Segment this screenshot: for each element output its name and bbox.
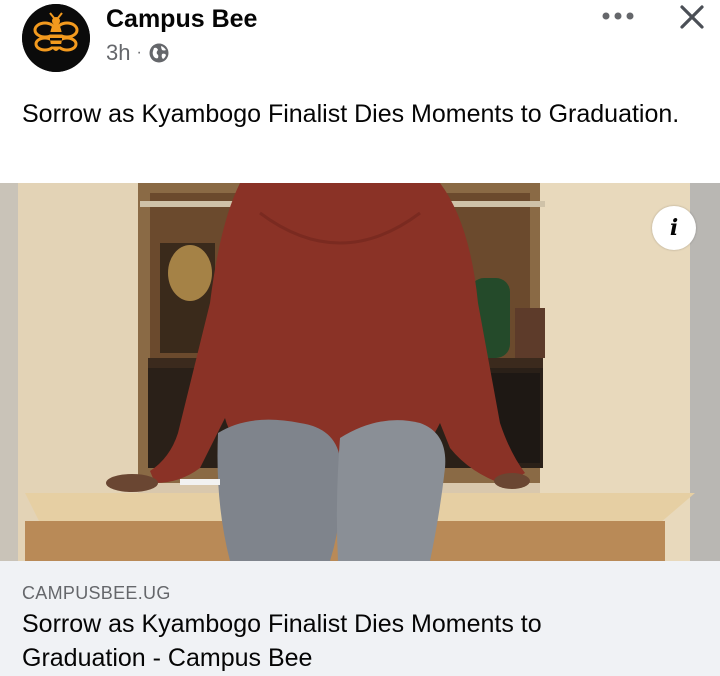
post-meta: 3h · <box>106 40 170 66</box>
meta-separator: · <box>136 44 142 61</box>
info-button[interactable]: i <box>652 206 696 250</box>
close-icon <box>680 5 704 29</box>
close-button[interactable] <box>672 0 712 34</box>
bee-logo-icon <box>22 4 90 72</box>
globe-icon <box>148 42 170 64</box>
post-photo-image <box>0 183 720 561</box>
more-options-icon <box>602 12 634 20</box>
link-title[interactable]: Sorrow as Kyambogo Finalist Dies Moments… <box>22 607 662 675</box>
post-time[interactable]: 3h <box>106 40 130 66</box>
link-domain: CAMPUSBEE.UG <box>22 583 171 603</box>
link-preview-card[interactable]: CAMPUSBEE.UG Sorrow as Kyambogo Finalist… <box>0 561 720 676</box>
page-avatar[interactable] <box>22 4 90 72</box>
post-header: Campus Bee 3h · <box>0 0 720 90</box>
more-options-button[interactable] <box>596 2 640 30</box>
post-photo[interactable] <box>0 183 720 561</box>
post-text: Sorrow as Kyambogo Finalist Dies Moments… <box>22 100 680 128</box>
page-name[interactable]: Campus Bee <box>106 4 257 34</box>
